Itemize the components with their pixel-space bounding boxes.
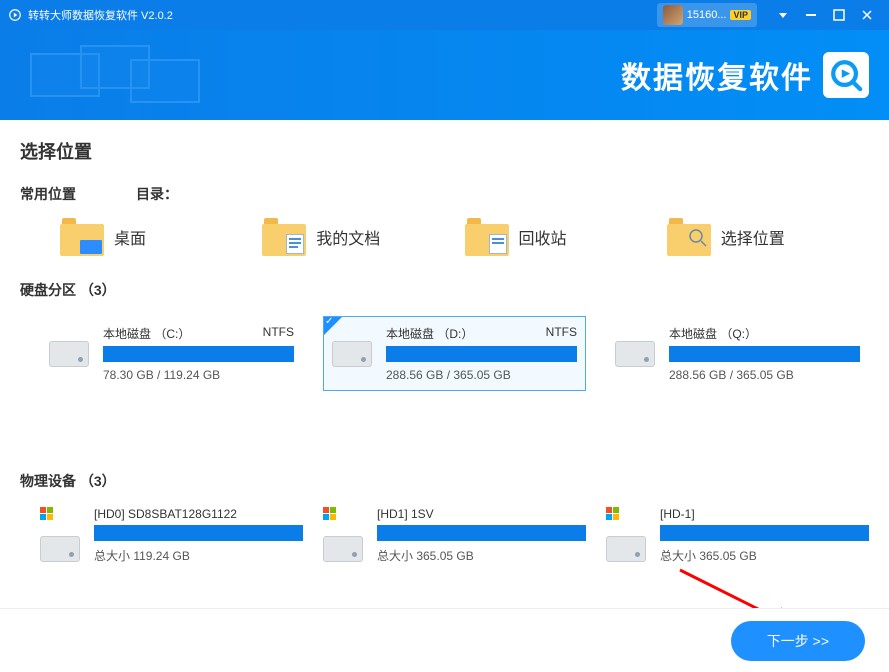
drive-title: 本地磁盘 （Q:）	[669, 325, 757, 342]
next-button[interactable]: 下一步 >>	[731, 621, 865, 661]
partition-d[interactable]: 本地磁盘 （D:） NTFS 288.56 GB / 365.05 GB	[323, 316, 586, 391]
common-locations-label: 常用位置	[20, 184, 76, 204]
drive-fs: NTFS	[263, 325, 294, 342]
location-documents[interactable]: 我的文档	[262, 218, 464, 256]
partition-c[interactable]: 本地磁盘 （C:） NTFS 78.30 GB / 119.24 GB	[40, 316, 303, 391]
drive-size: 288.56 GB / 365.05 GB	[669, 368, 860, 382]
close-button[interactable]	[853, 0, 881, 30]
partitions-row: 本地磁盘 （C:） NTFS 78.30 GB / 119.24 GB 本地磁盘 …	[20, 316, 869, 391]
vip-badge: VIP	[730, 10, 751, 20]
physical-title: [HD1] 1SV	[377, 507, 586, 521]
usage-bar	[377, 525, 586, 541]
location-label: 选择位置	[721, 225, 785, 249]
disk-icon	[49, 335, 93, 371]
directory-label: 目录：	[136, 184, 178, 204]
usage-bar	[386, 346, 577, 362]
location-label: 回收站	[519, 225, 567, 249]
physical-title: [HD-1]	[660, 507, 869, 521]
common-locations-header: 常用位置 目录：	[20, 184, 869, 204]
banner-logo-icon	[823, 52, 869, 98]
physical-size: 总大小 365.05 GB	[377, 547, 586, 564]
physical-row: [HD0] SD8SBAT128G1122 总大小 119.24 GB [HD1…	[20, 507, 869, 566]
app-logo-icon	[8, 8, 22, 22]
content: 选择位置 常用位置 目录： 桌面 我的文档 回收站	[0, 120, 889, 566]
physical-disk-icon	[40, 507, 84, 566]
banner-title: 数据恢复软件	[621, 53, 813, 97]
physical-disk-icon	[606, 507, 650, 566]
user-id: 15160...	[687, 9, 727, 21]
drive-fs: NTFS	[546, 325, 577, 342]
location-choose[interactable]: 选择位置	[667, 218, 869, 256]
dropdown-button[interactable]	[769, 0, 797, 30]
physical-hd-1[interactable]: [HD-1] 总大小 365.05 GB	[606, 507, 869, 566]
drive-size: 288.56 GB / 365.05 GB	[386, 368, 577, 382]
app-title: 转转大师数据恢复软件 V2.0.2	[28, 7, 173, 23]
usage-bar	[103, 346, 294, 362]
user-account-pill[interactable]: 15160... VIP	[657, 3, 757, 27]
minimize-button[interactable]	[797, 0, 825, 30]
footer: 下一步 >>	[0, 608, 889, 672]
physical-hd0[interactable]: [HD0] SD8SBAT128G1122 总大小 119.24 GB	[40, 507, 303, 566]
location-label: 桌面	[114, 225, 146, 249]
physical-size: 总大小 119.24 GB	[94, 547, 303, 564]
physical-title: [HD0] SD8SBAT128G1122	[94, 507, 303, 521]
page-title: 选择位置	[20, 138, 869, 164]
location-label: 我的文档	[316, 225, 380, 249]
folder-icon	[262, 218, 306, 256]
folder-icon	[60, 218, 104, 256]
titlebar: 转转大师数据恢复软件 V2.0.2 15160... VIP	[0, 0, 889, 30]
folder-icon	[465, 218, 509, 256]
drive-title: 本地磁盘 （D:）	[386, 325, 473, 342]
banner-decoration	[30, 45, 210, 105]
usage-bar	[660, 525, 869, 541]
location-desktop[interactable]: 桌面	[60, 218, 262, 256]
drive-size: 78.30 GB / 119.24 GB	[103, 368, 294, 382]
common-locations-row: 桌面 我的文档 回收站 选择位置	[20, 218, 869, 256]
disk-icon	[332, 335, 376, 371]
folder-icon	[667, 218, 711, 256]
disk-icon	[615, 335, 659, 371]
partition-q[interactable]: 本地磁盘 （Q:） 288.56 GB / 365.05 GB	[606, 316, 869, 391]
banner: 数据恢复软件	[0, 30, 889, 120]
physical-disk-icon	[323, 507, 367, 566]
physical-size: 总大小 365.05 GB	[660, 547, 869, 564]
avatar	[663, 5, 683, 25]
usage-bar	[669, 346, 860, 362]
usage-bar	[94, 525, 303, 541]
partitions-header: 硬盘分区 （3）	[20, 280, 869, 300]
selected-check-icon	[324, 317, 342, 335]
maximize-button[interactable]	[825, 0, 853, 30]
drive-title: 本地磁盘 （C:）	[103, 325, 190, 342]
physical-hd1[interactable]: [HD1] 1SV 总大小 365.05 GB	[323, 507, 586, 566]
location-recycle[interactable]: 回收站	[465, 218, 667, 256]
physical-header: 物理设备 （3）	[20, 471, 869, 491]
